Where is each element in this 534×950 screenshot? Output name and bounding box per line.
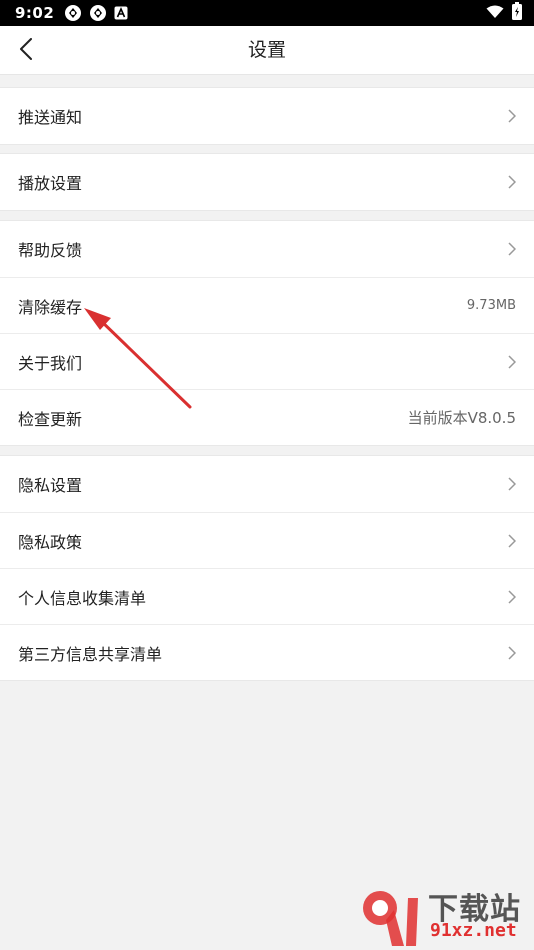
row-label: 清除缓存 [18,297,83,317]
row-label: 帮助反馈 [18,241,83,260]
row-label: 检查更新 [18,409,83,429]
page-title: 设置 [247,39,286,61]
watermark-logo [363,891,418,946]
row-label: 隐私政策 [18,532,83,552]
notification-icon [64,4,82,22]
chevron-right-icon [508,109,516,123]
chevron-right-icon [508,354,516,369]
version-value: 当前版本V8.0.5 [407,409,516,427]
settings-row-about-us[interactable]: 关于我们 [0,333,534,389]
battery-icon [512,2,522,24]
app-icon [114,6,128,20]
chevron-right-icon [508,645,516,660]
wifi-icon [486,4,504,23]
app-header: 设置 [0,26,534,75]
settings-row-clear-cache[interactable]: 清除缓存 9.73MB [0,277,534,333]
watermark: 下载站 91xz.net [358,884,530,948]
status-time: 9:02 [15,4,55,22]
settings-row-personal-info-list[interactable]: 个人信息收集清单 [0,568,534,624]
settings-group: 推送通知 [0,87,534,145]
row-label: 隐私设置 [18,476,83,495]
row-label: 推送通知 [18,108,83,127]
settings-row-push-notifications[interactable]: 推送通知 [0,88,534,144]
settings-row-privacy-settings[interactable]: 隐私设置 [0,456,534,512]
row-label: 个人信息收集清单 [18,588,147,608]
settings-row-privacy-policy[interactable]: 隐私政策 [0,512,534,568]
chevron-right-icon [508,175,516,189]
chevron-right-icon [508,533,516,548]
settings-row-playback-settings[interactable]: 播放设置 [0,154,534,210]
settings-group: 播放设置 [0,153,534,211]
row-label: 第三方信息共享清单 [18,644,163,664]
settings-row-help-feedback[interactable]: 帮助反馈 [0,221,534,277]
watermark-site: 91xz.net [430,920,517,941]
cache-size-value: 9.73MB [466,298,516,313]
settings-group: 帮助反馈 清除缓存 9.73MB 关于我们 检查更新 当前版本V8.0.5 [0,220,534,446]
row-label: 关于我们 [18,353,83,373]
settings-group: 隐私设置 隐私政策 个人信息收集清单 第三方信息共享清单 [0,455,534,681]
chevron-right-icon [508,589,516,604]
settings-row-third-party-sharing-list[interactable]: 第三方信息共享清单 [0,624,534,680]
chevron-right-icon [508,242,516,256]
settings-row-check-update[interactable]: 检查更新 当前版本V8.0.5 [0,389,534,445]
status-bar: 9:02 [0,0,534,26]
row-label: 播放设置 [18,174,83,193]
chevron-right-icon [508,477,516,491]
notification-icon [89,4,107,22]
